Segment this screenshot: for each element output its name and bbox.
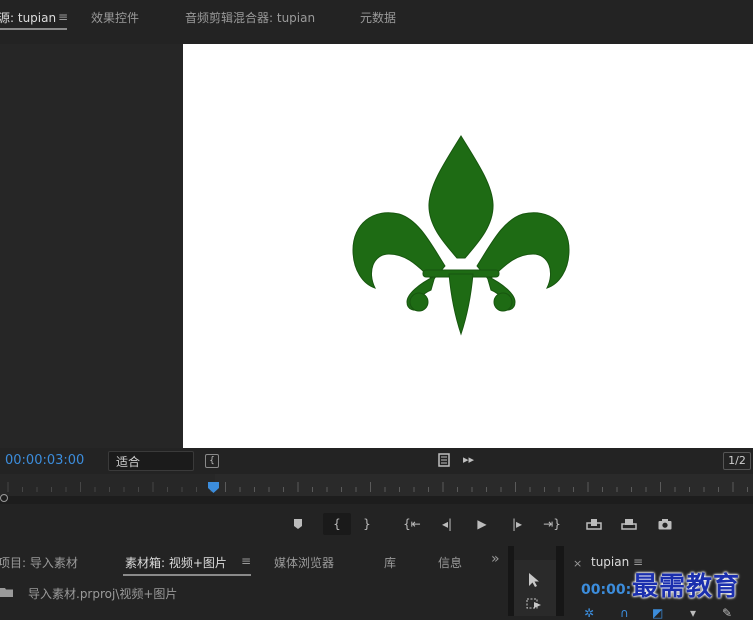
mark-out-icon[interactable]: } <box>355 513 379 535</box>
tab-library[interactable]: 库 <box>384 554 396 571</box>
mark-in-icon[interactable]: { <box>323 513 351 535</box>
time-ruler[interactable] <box>0 474 753 496</box>
fleur-de-lis-image <box>352 135 570 336</box>
source-panel-menu-icon[interactable]: ≡ <box>58 10 68 24</box>
tab-source[interactable]: 源: tupian <box>0 9 56 26</box>
drag-audio-video-icon[interactable]: ▸▸ <box>463 453 474 466</box>
sequence-timecode[interactable]: 00:00: <box>581 582 631 598</box>
transport-controls: { } {⇤ ◂| ▶ |▸ ⇥} <box>0 504 753 546</box>
sequence-tab[interactable]: tupian <box>591 555 629 569</box>
add-marker-icon[interactable] <box>286 513 310 535</box>
close-icon[interactable]: × <box>573 557 582 570</box>
track-select-tool-icon[interactable] <box>526 598 542 615</box>
go-to-out-icon[interactable]: ⇥} <box>540 513 564 535</box>
playhead-marker-icon[interactable] <box>208 482 219 493</box>
watermark-text: 最需教育 <box>632 572 741 602</box>
program-monitor-empty-area <box>0 44 183 448</box>
monitor-control-row: 00:00:03:00 适合 ⌄ { ▸▸ 1/2 <box>0 448 753 474</box>
tab-audio-clip-mixer[interactable]: 音频剪辑混合器: tupian <box>185 9 315 26</box>
tab-source-name: : tupian <box>10 11 57 25</box>
marker-icon[interactable]: ▾ <box>690 606 696 620</box>
play-icon[interactable]: ▶ <box>470 513 494 535</box>
wrench-icon[interactable]: ✎ <box>722 606 732 620</box>
tools-panel <box>514 560 556 616</box>
source-monitor-frame[interactable] <box>183 44 753 448</box>
active-bin-underline <box>123 574 251 576</box>
scroll-handle-icon[interactable] <box>0 494 8 502</box>
step-forward-icon[interactable]: |▸ <box>505 513 529 535</box>
insert-icon[interactable] <box>582 513 606 535</box>
selection-tool-icon[interactable] <box>528 572 542 591</box>
chevron-down-icon: ⌄ <box>116 452 125 463</box>
playhead-timecode[interactable]: 00:00:03:00 <box>5 453 84 468</box>
toggle-settings-icon[interactable]: { <box>205 454 219 468</box>
tab-effect-controls[interactable]: 效果控件 <box>91 9 139 26</box>
add-marker-timeline-icon[interactable]: ◩ <box>652 606 663 620</box>
tab-source-prefix: 源 <box>0 11 11 25</box>
snap-icon[interactable]: ✲ <box>584 606 594 620</box>
tab-info[interactable]: 信息 <box>438 554 462 571</box>
tab-media-browser[interactable]: 媒体浏览器 <box>274 554 334 571</box>
zoom-scroll-bar[interactable] <box>0 494 753 504</box>
bin-path: 导入素材.prproj\视频+图片 <box>28 587 178 601</box>
export-frame-icon[interactable] <box>653 513 677 535</box>
go-to-in-icon[interactable]: {⇤ <box>400 513 424 535</box>
filmstrip-icon[interactable] <box>438 453 450 467</box>
ruler-ticks <box>0 474 748 496</box>
active-tab-underline <box>0 28 67 30</box>
overwrite-icon[interactable] <box>617 513 641 535</box>
panel-tab-bar: 源: tupian ≡ 效果控件 音频剪辑混合器: tupian 元数据 <box>0 0 753 34</box>
tab-bin[interactable]: 素材箱: 视频+图片 <box>125 554 227 571</box>
fit-zoom-select[interactable]: 适合 ⌄ <box>108 451 194 471</box>
linked-selection-icon[interactable]: ∩ <box>620 606 629 620</box>
panel-divider[interactable] <box>556 546 564 616</box>
folder-up-icon[interactable] <box>0 586 14 598</box>
step-back-icon[interactable]: ◂| <box>435 513 459 535</box>
more-panels-icon[interactable]: » <box>491 551 500 567</box>
bin-menu-icon[interactable]: ≡ <box>241 554 251 568</box>
tab-project[interactable]: 项目: 导入素材 <box>0 554 78 571</box>
tab-metadata[interactable]: 元数据 <box>360 9 396 26</box>
playback-resolution[interactable]: 1/2 <box>723 452 751 470</box>
